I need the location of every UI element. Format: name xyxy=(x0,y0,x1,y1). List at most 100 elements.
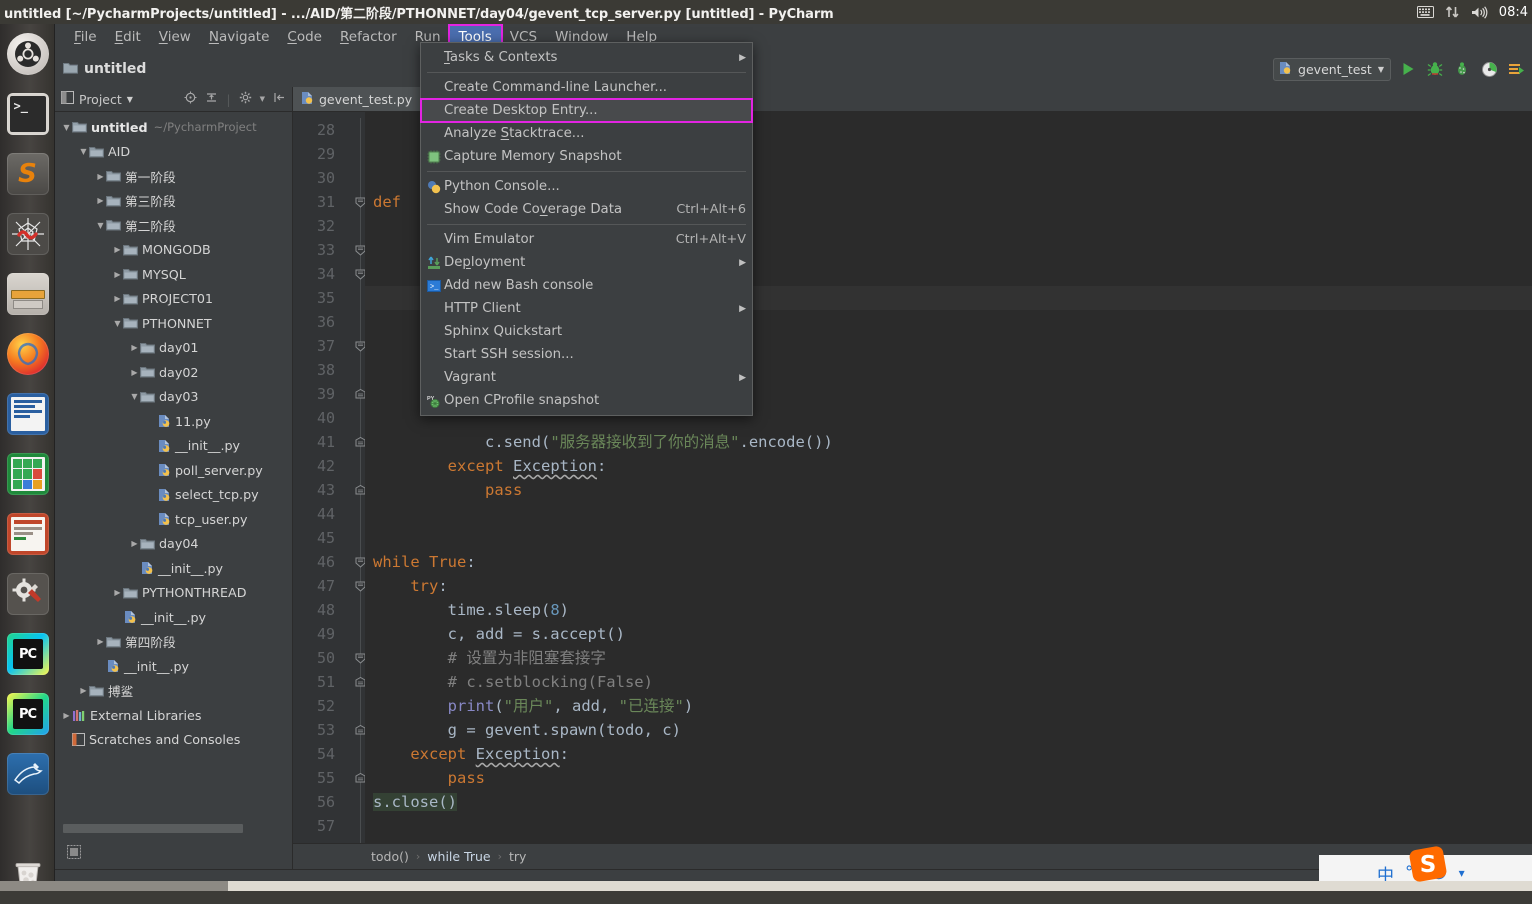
hide-panel-icon[interactable] xyxy=(273,91,286,107)
tree-item-mysql[interactable]: ▶MYSQL xyxy=(55,262,292,287)
launcher-item-ubuntu-dash[interactable] xyxy=(0,24,55,84)
chevron-right-icon[interactable]: ▶ xyxy=(61,711,72,720)
code-line[interactable]: pass xyxy=(365,478,1532,502)
menu-item-http-client[interactable]: HTTP Client▶ xyxy=(421,297,752,320)
code-line[interactable]: except Exception: xyxy=(365,742,1532,766)
chevron-down-icon[interactable]: ▼ xyxy=(112,319,123,328)
tree-item-pthonnet[interactable]: ▼PTHONNET xyxy=(55,311,292,336)
project-tree[interactable]: ▼untitled~/PycharmProject▼AID▶第一阶段▶第三阶段▼… xyxy=(55,112,292,833)
chevron-down-icon[interactable]: ▼ xyxy=(129,392,140,401)
tree-item-第二阶段[interactable]: ▼第二阶段 xyxy=(55,213,292,238)
tree-item-untitled[interactable]: ▼untitled~/PycharmProject xyxy=(55,115,292,140)
debug-button[interactable] xyxy=(1425,59,1445,79)
chevron-right-icon[interactable]: ▶ xyxy=(112,245,123,254)
launcher-item-libreoffice-calc[interactable] xyxy=(0,444,55,504)
menu-edit[interactable]: Edit xyxy=(106,26,150,49)
editor-gutter[interactable]: 2829303132333435363738394041424344454647… xyxy=(293,112,365,843)
code-line[interactable]: try: xyxy=(365,574,1532,598)
launcher-item-libreoffice-impress[interactable] xyxy=(0,504,55,564)
menu-item-show-code-coverage-data[interactable]: Show Code Coverage DataCtrl+Alt+6 xyxy=(421,198,752,221)
keyboard-icon[interactable] xyxy=(1417,6,1434,18)
launcher-item-mysql-workbench[interactable] xyxy=(0,744,55,804)
launcher-item-file-archive[interactable] xyxy=(0,264,55,324)
chevron-right-icon[interactable]: ▶ xyxy=(129,539,140,548)
tree-item-select_tcp-py[interactable]: select_tcp.py xyxy=(55,483,292,508)
menu-item-deployment[interactable]: Deployment▶ xyxy=(421,251,752,274)
code-line[interactable]: c, add = s.accept() xyxy=(365,622,1532,646)
chevron-right-icon[interactable]: ▶ xyxy=(78,686,89,695)
launcher-item-pycharm-community[interactable]: PC xyxy=(0,624,55,684)
network-updown-icon[interactable] xyxy=(1445,5,1460,19)
tree-item-pythonthread[interactable]: ▶PYTHONTHREAD xyxy=(55,581,292,606)
menu-item-tasks-contexts[interactable]: Tasks & Contexts▶ xyxy=(421,46,752,69)
tree-item-第三阶段[interactable]: ▶第三阶段 xyxy=(55,189,292,214)
launcher-item-libreoffice-writer[interactable] xyxy=(0,384,55,444)
code-line[interactable] xyxy=(365,526,1532,550)
menu-item-python-console[interactable]: Python Console... xyxy=(421,175,752,198)
menu-item-vim-emulator[interactable]: Vim EmulatorCtrl+Alt+V xyxy=(421,228,752,251)
menu-navigate[interactable]: Navigate xyxy=(200,26,279,49)
chevron-right-icon[interactable]: ▶ xyxy=(112,270,123,279)
tree-view-mode-icon[interactable] xyxy=(67,844,81,863)
tree-item-tcp_user-py[interactable]: tcp_user.py xyxy=(55,507,292,532)
launcher-item-firefox[interactable] xyxy=(0,324,55,384)
chevron-down-icon[interactable]: ▼ xyxy=(78,147,89,156)
tree-item-第四阶段[interactable]: ▶第四阶段 xyxy=(55,630,292,655)
chevron-down-icon[interactable]: ▼ xyxy=(61,123,72,132)
menu-item-sphinx-quickstart[interactable]: Sphinx Quickstart xyxy=(421,320,752,343)
tree-item-day04[interactable]: ▶day04 xyxy=(55,532,292,557)
clock[interactable]: 08:4 xyxy=(1499,5,1528,20)
chevron-right-icon[interactable]: ▶ xyxy=(112,294,123,303)
menu-file[interactable]: File xyxy=(65,26,106,49)
code-line[interactable]: pass xyxy=(365,766,1532,790)
gear-icon[interactable] xyxy=(239,91,252,107)
tree-item-第一阶段[interactable]: ▶第一阶段 xyxy=(55,164,292,189)
tree-item-day03[interactable]: ▼day03 xyxy=(55,385,292,410)
menu-item-analyze-stacktrace[interactable]: Analyze Stacktrace... xyxy=(421,122,752,145)
code-line[interactable]: print("用户", add, "已连接") xyxy=(365,694,1532,718)
tree-item-__init__-py[interactable]: __init__.py xyxy=(55,434,292,459)
run-button[interactable] xyxy=(1398,59,1418,79)
chevron-right-icon[interactable]: ▶ xyxy=(129,343,140,352)
launcher-item-sogou-input[interactable]: S xyxy=(0,144,55,204)
code-line[interactable]: except Exception: xyxy=(365,454,1532,478)
project-name-toolbar[interactable]: untitled xyxy=(63,61,146,78)
breadcrumb-item-0[interactable]: todo() xyxy=(371,849,409,864)
launcher-item-settings-tools[interactable] xyxy=(0,564,55,624)
tree-item-day02[interactable]: ▶day02 xyxy=(55,360,292,385)
menu-item-capture-memory-snapshot[interactable]: Capture Memory Snapshot xyxy=(421,145,752,168)
tree-item-__init__-py[interactable]: __init__.py xyxy=(55,654,292,679)
tree-item-project01[interactable]: ▶PROJECT01 xyxy=(55,287,292,312)
menu-item-create-command-line-launcher[interactable]: Create Command-line Launcher... xyxy=(421,76,752,99)
volume-icon[interactable] xyxy=(1471,6,1488,19)
ime-menu-icon[interactable]: ▾ xyxy=(1459,866,1465,880)
menu-code[interactable]: Code xyxy=(278,26,331,49)
code-line[interactable]: c.send("服务器接收到了你的消息".encode()) xyxy=(365,430,1532,454)
tree-item-day01[interactable]: ▶day01 xyxy=(55,336,292,361)
chevron-right-icon[interactable]: ▶ xyxy=(95,637,106,646)
launcher-item-trash[interactable] xyxy=(0,844,55,904)
launcher-item-pycharm-professional[interactable]: PC xyxy=(0,684,55,744)
coverage-button[interactable] xyxy=(1452,59,1472,79)
project-tree-hscrollbar[interactable] xyxy=(63,824,293,833)
sogou-logo-icon[interactable]: S xyxy=(1408,845,1450,885)
code-line[interactable]: s.close() xyxy=(365,790,1532,814)
code-line[interactable]: time.sleep(8) xyxy=(365,598,1532,622)
breadcrumb-item-1[interactable]: while True xyxy=(427,849,490,864)
tree-item-搏鲨[interactable]: ▶搏鲨 xyxy=(55,679,292,704)
menu-view[interactable]: View xyxy=(150,26,200,49)
menu-item-create-desktop-entry[interactable]: Create Desktop Entry... xyxy=(421,99,752,122)
target-icon[interactable] xyxy=(184,91,197,107)
tree-item-11-py[interactable]: 11.py xyxy=(55,409,292,434)
code-line[interactable] xyxy=(365,502,1532,526)
tree-item-mongodb[interactable]: ▶MONGODB xyxy=(55,238,292,263)
tree-item-poll_server-py[interactable]: poll_server.py xyxy=(55,458,292,483)
taskbar-window-button[interactable] xyxy=(0,881,228,891)
tree-item-aid[interactable]: ▼AID xyxy=(55,140,292,165)
tree-item-external-libraries[interactable]: ▶External Libraries xyxy=(55,703,292,728)
chevron-right-icon[interactable]: ▶ xyxy=(95,172,106,181)
tree-item-scratches-and-consoles[interactable]: Scratches and Consoles xyxy=(55,728,292,753)
attach-button[interactable] xyxy=(1506,59,1526,79)
collapse-all-icon[interactable] xyxy=(205,91,218,107)
chevron-down-icon[interactable]: ▼ xyxy=(260,95,265,103)
